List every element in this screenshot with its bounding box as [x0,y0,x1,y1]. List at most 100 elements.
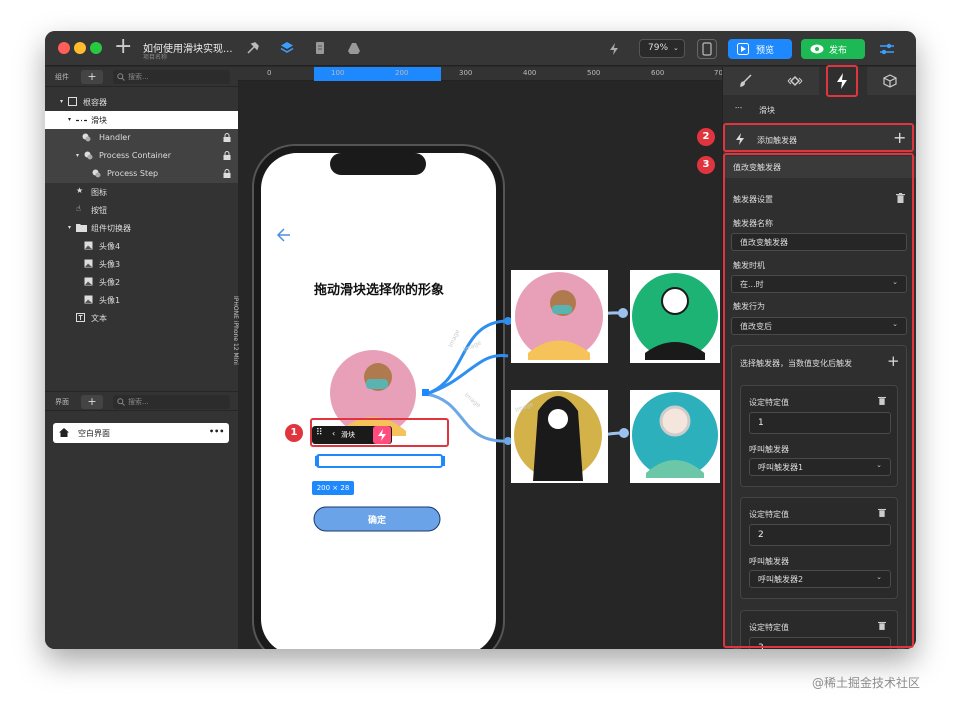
lock-icon[interactable] [223,151,231,160]
watermark: @稀土掘金技术社区 [812,676,921,690]
layer-label: Handler [99,133,131,142]
tab-components[interactable] [771,67,819,95]
layer-item-avatar4[interactable]: 头像4 [45,237,238,255]
connection-node [504,317,512,325]
layers-icon[interactable] [280,41,294,55]
add-layer-button[interactable]: + [81,70,103,84]
page-search-placeholder: 搜索... [128,398,149,406]
layer-item-process-container[interactable]: ▾ Process Container [45,147,238,165]
preview-label: 预览 [756,46,775,56]
zoom-select[interactable]: 79% ⌄ [639,39,685,58]
expand-arrow-icon[interactable]: ▾ [76,152,79,159]
layer-label: Process Container [99,151,171,160]
slider-handle[interactable] [441,456,445,466]
highlight-slider [310,418,449,447]
canvas-artboard [252,144,720,649]
layer-item-avatar1[interactable]: 头像1 [45,291,238,309]
lock-icon[interactable] [223,169,231,178]
group-icon [84,151,93,160]
lock-icon[interactable] [223,133,231,142]
document-icon[interactable] [313,41,327,55]
group-icon [82,133,91,142]
connection-node [618,308,628,318]
layer-item-text[interactable]: 文本 [45,309,238,327]
ruler-tick: 400 [523,69,537,77]
minimize-window-button[interactable] [74,42,86,54]
annotation-badge-2: 2 [697,128,715,146]
connection-node [504,437,512,445]
image-icon [84,295,93,304]
add-icon[interactable]: + [114,36,132,58]
settings-sliders-icon[interactable] [878,40,896,58]
layer-label: 头像4 [99,242,121,251]
slider-track[interactable] [316,454,443,468]
close-window-button[interactable] [58,42,70,54]
expand-arrow-icon[interactable]: ▾ [68,224,71,231]
slider-icon: -·- [735,104,743,112]
lightning-speed-icon[interactable] [607,42,621,56]
expand-arrow-icon[interactable]: ▾ [68,116,71,123]
layers-title: 组件 [55,73,69,81]
page-label: 空白界面 [78,429,110,438]
add-page-button[interactable]: + [81,395,103,409]
preview-button[interactable]: 预览 [728,39,792,59]
layer-item-avatar3[interactable]: 头像3 [45,255,238,273]
page-item-blank[interactable]: 空白界面 ••• [53,423,229,443]
layer-search-placeholder: 搜索... [128,73,149,81]
left-panel: 组件 + 搜索... ▾ 根容器 ▾ 滑块 Handler ▾ Process … [45,67,238,649]
layer-label: 组件切换器 [91,224,131,233]
layer-item-button[interactable]: ☝ 按钮 [45,201,238,219]
layer-label: 文本 [91,314,107,323]
folder-icon [76,224,87,232]
inspector-tabs [723,67,916,95]
device-label: IPHONE iPhone 12 Mini [232,296,239,365]
page-search-input[interactable]: 搜索... [113,395,230,409]
connection-node [619,428,629,438]
hammer-icon[interactable] [246,41,260,55]
zoom-value: 79% [648,43,669,53]
text-icon [76,313,85,322]
star-icon: ★ [76,186,84,195]
square-icon [68,97,77,106]
tab-style[interactable] [723,67,771,95]
ruler-tick: 300 [459,69,473,77]
more-options-icon[interactable]: ••• [209,427,224,436]
cube-icon [883,74,897,88]
layer-label: 头像1 [99,296,121,305]
title-bar: + 如何使用滑块实现... 项目名称 79% ⌄ 预览 发布 [45,31,916,66]
play-icon [737,43,749,55]
layers-header: 组件 + 搜索... [45,67,238,87]
project-name: 项目名称 [143,54,168,61]
layer-item-avatar2[interactable]: 头像2 [45,273,238,291]
layer-item-handler[interactable]: Handler [45,129,238,147]
layer-search-input[interactable]: 搜索... [113,70,230,84]
design-canvas[interactable]: 0 100 200 300 400 500 600 70 Image Image… [238,67,723,649]
ruler-tick: 100 [331,69,345,77]
publish-button[interactable]: 发布 [801,39,865,59]
drive-icon[interactable] [347,41,361,55]
tab-3d[interactable] [867,67,915,95]
layer-item-root[interactable]: ▾ 根容器 [45,93,238,111]
horizontal-ruler: 0 100 200 300 400 500 600 70 [238,67,723,81]
device-preview-button[interactable] [697,39,717,59]
connection-node[interactable] [422,389,429,396]
layer-label: 按钮 [91,206,107,215]
layer-label: 图标 [91,188,107,197]
pages-header: 界面 + 搜索... [45,391,238,411]
layer-item-icon[interactable]: ★ 图标 [45,183,238,201]
phone-icon [702,42,712,56]
image-icon [84,259,93,268]
slider-handle[interactable] [315,456,319,466]
hand-pointer-icon: ☝ [76,204,81,213]
page-heading: 拖动滑块选择你的形象 [313,283,444,298]
expand-arrow-icon[interactable]: ▾ [60,98,63,105]
group-icon [92,169,101,178]
layer-item-slider[interactable]: ▾ 滑块 [45,111,238,129]
ruler-tick: 0 [267,69,272,77]
eye-icon [810,44,824,54]
layer-item-process-step[interactable]: Process Step [45,165,238,183]
maximize-window-button[interactable] [90,42,102,54]
layer-item-switcher[interactable]: ▾ 组件切换器 [45,219,238,237]
highlight-trigger-tab [826,65,858,97]
ruler-tick: 600 [651,69,665,77]
